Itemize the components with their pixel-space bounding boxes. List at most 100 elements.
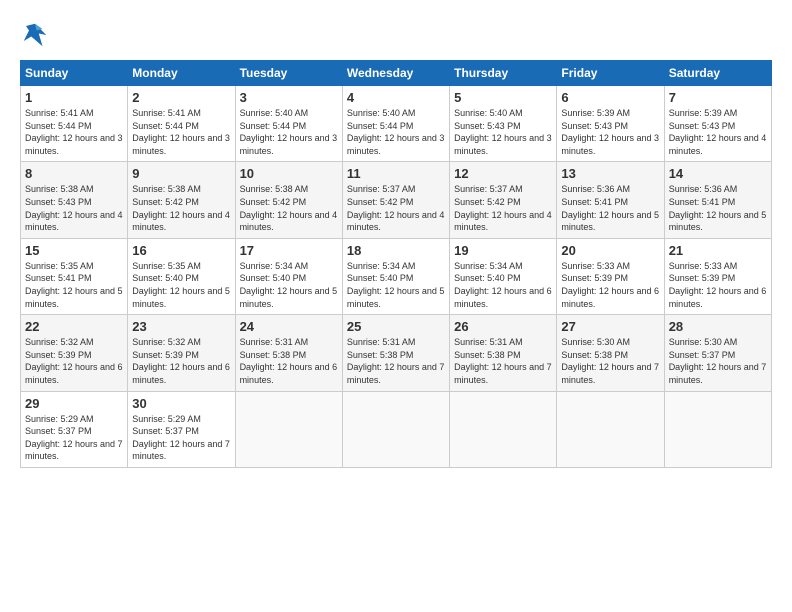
- day-number: 30: [132, 396, 230, 411]
- day-info: Sunrise: 5:32 AM Sunset: 5:39 PM Dayligh…: [132, 336, 230, 386]
- calendar-week-row: 22 Sunrise: 5:32 AM Sunset: 5:39 PM Dayl…: [21, 315, 772, 391]
- calendar-cell: [342, 391, 449, 467]
- calendar-cell: 9 Sunrise: 5:38 AM Sunset: 5:42 PM Dayli…: [128, 162, 235, 238]
- calendar-cell: [235, 391, 342, 467]
- calendar-cell: 24 Sunrise: 5:31 AM Sunset: 5:38 PM Dayl…: [235, 315, 342, 391]
- weekday-header: Friday: [557, 61, 664, 86]
- day-number: 11: [347, 166, 445, 181]
- day-info: Sunrise: 5:40 AM Sunset: 5:44 PM Dayligh…: [347, 107, 445, 157]
- day-number: 16: [132, 243, 230, 258]
- calendar-week-row: 8 Sunrise: 5:38 AM Sunset: 5:43 PM Dayli…: [21, 162, 772, 238]
- day-info: Sunrise: 5:31 AM Sunset: 5:38 PM Dayligh…: [240, 336, 338, 386]
- calendar-cell: 1 Sunrise: 5:41 AM Sunset: 5:44 PM Dayli…: [21, 86, 128, 162]
- day-number: 5: [454, 90, 552, 105]
- calendar-cell: 8 Sunrise: 5:38 AM Sunset: 5:43 PM Dayli…: [21, 162, 128, 238]
- logo: [20, 20, 54, 50]
- calendar-cell: 4 Sunrise: 5:40 AM Sunset: 5:44 PM Dayli…: [342, 86, 449, 162]
- day-number: 25: [347, 319, 445, 334]
- calendar-table: SundayMondayTuesdayWednesdayThursdayFrid…: [20, 60, 772, 468]
- calendar-cell: 25 Sunrise: 5:31 AM Sunset: 5:38 PM Dayl…: [342, 315, 449, 391]
- calendar-cell: 3 Sunrise: 5:40 AM Sunset: 5:44 PM Dayli…: [235, 86, 342, 162]
- day-number: 6: [561, 90, 659, 105]
- calendar-cell: 18 Sunrise: 5:34 AM Sunset: 5:40 PM Dayl…: [342, 238, 449, 314]
- calendar-cell: [557, 391, 664, 467]
- day-number: 12: [454, 166, 552, 181]
- day-number: 18: [347, 243, 445, 258]
- day-info: Sunrise: 5:37 AM Sunset: 5:42 PM Dayligh…: [454, 183, 552, 233]
- logo-icon: [20, 20, 50, 50]
- day-number: 23: [132, 319, 230, 334]
- day-info: Sunrise: 5:33 AM Sunset: 5:39 PM Dayligh…: [561, 260, 659, 310]
- day-info: Sunrise: 5:30 AM Sunset: 5:37 PM Dayligh…: [669, 336, 767, 386]
- day-info: Sunrise: 5:34 AM Sunset: 5:40 PM Dayligh…: [347, 260, 445, 310]
- calendar-cell: 29 Sunrise: 5:29 AM Sunset: 5:37 PM Dayl…: [21, 391, 128, 467]
- day-info: Sunrise: 5:40 AM Sunset: 5:43 PM Dayligh…: [454, 107, 552, 157]
- day-number: 7: [669, 90, 767, 105]
- day-info: Sunrise: 5:38 AM Sunset: 5:42 PM Dayligh…: [132, 183, 230, 233]
- calendar-week-row: 1 Sunrise: 5:41 AM Sunset: 5:44 PM Dayli…: [21, 86, 772, 162]
- header: [20, 20, 772, 50]
- calendar-cell: 28 Sunrise: 5:30 AM Sunset: 5:37 PM Dayl…: [664, 315, 771, 391]
- weekday-header: Thursday: [450, 61, 557, 86]
- calendar-cell: 23 Sunrise: 5:32 AM Sunset: 5:39 PM Dayl…: [128, 315, 235, 391]
- weekday-header: Monday: [128, 61, 235, 86]
- calendar-cell: 22 Sunrise: 5:32 AM Sunset: 5:39 PM Dayl…: [21, 315, 128, 391]
- day-info: Sunrise: 5:39 AM Sunset: 5:43 PM Dayligh…: [669, 107, 767, 157]
- day-info: Sunrise: 5:30 AM Sunset: 5:38 PM Dayligh…: [561, 336, 659, 386]
- day-number: 29: [25, 396, 123, 411]
- day-number: 22: [25, 319, 123, 334]
- day-number: 1: [25, 90, 123, 105]
- calendar-cell: 10 Sunrise: 5:38 AM Sunset: 5:42 PM Dayl…: [235, 162, 342, 238]
- day-number: 13: [561, 166, 659, 181]
- day-info: Sunrise: 5:29 AM Sunset: 5:37 PM Dayligh…: [132, 413, 230, 463]
- day-info: Sunrise: 5:31 AM Sunset: 5:38 PM Dayligh…: [347, 336, 445, 386]
- calendar-cell: 5 Sunrise: 5:40 AM Sunset: 5:43 PM Dayli…: [450, 86, 557, 162]
- day-info: Sunrise: 5:29 AM Sunset: 5:37 PM Dayligh…: [25, 413, 123, 463]
- calendar-cell: 20 Sunrise: 5:33 AM Sunset: 5:39 PM Dayl…: [557, 238, 664, 314]
- calendar-cell: 7 Sunrise: 5:39 AM Sunset: 5:43 PM Dayli…: [664, 86, 771, 162]
- day-number: 4: [347, 90, 445, 105]
- calendar-week-row: 15 Sunrise: 5:35 AM Sunset: 5:41 PM Dayl…: [21, 238, 772, 314]
- calendar-cell: 13 Sunrise: 5:36 AM Sunset: 5:41 PM Dayl…: [557, 162, 664, 238]
- calendar-cell: 6 Sunrise: 5:39 AM Sunset: 5:43 PM Dayli…: [557, 86, 664, 162]
- day-info: Sunrise: 5:38 AM Sunset: 5:43 PM Dayligh…: [25, 183, 123, 233]
- day-info: Sunrise: 5:36 AM Sunset: 5:41 PM Dayligh…: [561, 183, 659, 233]
- day-info: Sunrise: 5:34 AM Sunset: 5:40 PM Dayligh…: [454, 260, 552, 310]
- day-number: 17: [240, 243, 338, 258]
- day-number: 9: [132, 166, 230, 181]
- day-number: 24: [240, 319, 338, 334]
- calendar-cell: 30 Sunrise: 5:29 AM Sunset: 5:37 PM Dayl…: [128, 391, 235, 467]
- day-number: 21: [669, 243, 767, 258]
- day-number: 8: [25, 166, 123, 181]
- day-info: Sunrise: 5:35 AM Sunset: 5:41 PM Dayligh…: [25, 260, 123, 310]
- calendar-cell: 12 Sunrise: 5:37 AM Sunset: 5:42 PM Dayl…: [450, 162, 557, 238]
- calendar-cell: 26 Sunrise: 5:31 AM Sunset: 5:38 PM Dayl…: [450, 315, 557, 391]
- calendar-cell: 17 Sunrise: 5:34 AM Sunset: 5:40 PM Dayl…: [235, 238, 342, 314]
- day-info: Sunrise: 5:31 AM Sunset: 5:38 PM Dayligh…: [454, 336, 552, 386]
- day-info: Sunrise: 5:33 AM Sunset: 5:39 PM Dayligh…: [669, 260, 767, 310]
- weekday-header: Saturday: [664, 61, 771, 86]
- calendar-cell: 16 Sunrise: 5:35 AM Sunset: 5:40 PM Dayl…: [128, 238, 235, 314]
- day-number: 2: [132, 90, 230, 105]
- day-number: 27: [561, 319, 659, 334]
- calendar-cell: 27 Sunrise: 5:30 AM Sunset: 5:38 PM Dayl…: [557, 315, 664, 391]
- calendar-cell: [450, 391, 557, 467]
- day-info: Sunrise: 5:35 AM Sunset: 5:40 PM Dayligh…: [132, 260, 230, 310]
- calendar-cell: 2 Sunrise: 5:41 AM Sunset: 5:44 PM Dayli…: [128, 86, 235, 162]
- calendar-cell: 19 Sunrise: 5:34 AM Sunset: 5:40 PM Dayl…: [450, 238, 557, 314]
- calendar-cell: [664, 391, 771, 467]
- day-info: Sunrise: 5:34 AM Sunset: 5:40 PM Dayligh…: [240, 260, 338, 310]
- day-info: Sunrise: 5:36 AM Sunset: 5:41 PM Dayligh…: [669, 183, 767, 233]
- day-number: 20: [561, 243, 659, 258]
- day-info: Sunrise: 5:40 AM Sunset: 5:44 PM Dayligh…: [240, 107, 338, 157]
- day-info: Sunrise: 5:38 AM Sunset: 5:42 PM Dayligh…: [240, 183, 338, 233]
- weekday-header: Sunday: [21, 61, 128, 86]
- calendar-cell: 14 Sunrise: 5:36 AM Sunset: 5:41 PM Dayl…: [664, 162, 771, 238]
- day-info: Sunrise: 5:41 AM Sunset: 5:44 PM Dayligh…: [132, 107, 230, 157]
- day-number: 10: [240, 166, 338, 181]
- calendar-cell: 15 Sunrise: 5:35 AM Sunset: 5:41 PM Dayl…: [21, 238, 128, 314]
- day-info: Sunrise: 5:37 AM Sunset: 5:42 PM Dayligh…: [347, 183, 445, 233]
- calendar-week-row: 29 Sunrise: 5:29 AM Sunset: 5:37 PM Dayl…: [21, 391, 772, 467]
- day-info: Sunrise: 5:32 AM Sunset: 5:39 PM Dayligh…: [25, 336, 123, 386]
- day-number: 26: [454, 319, 552, 334]
